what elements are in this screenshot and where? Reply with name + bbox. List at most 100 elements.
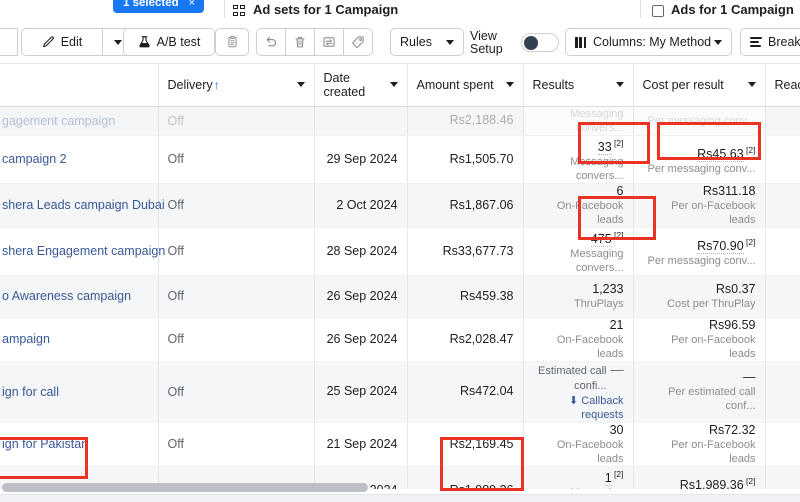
table-row[interactable]: shera Leads campaign Dubai Off 2 Oct 2024 R… [0, 183, 800, 228]
header-label-date-created: Date created [323, 70, 366, 99]
tag-button[interactable] [344, 28, 373, 56]
campaign-manager-screen: 1 selected × Ad sets for 1 Campaign Ads … [0, 0, 800, 502]
cell-campaign-name[interactable]: ampaign [0, 317, 159, 362]
delete-button[interactable] [286, 28, 315, 56]
bottom-strip [0, 494, 800, 502]
cell-cost-per-result: Rs45.63 [2] Per messaging conv... [633, 135, 766, 184]
campaigns-table-container[interactable]: Delivery↑ Date created Amount spent Resu… [0, 64, 800, 489]
cell-campaign-name[interactable]: ign for Pakistan [0, 422, 159, 467]
chevron-down-icon[interactable] [615, 82, 624, 88]
chevron-down-icon[interactable] [505, 82, 514, 88]
header-label-cost-per-result: Cost per result [642, 77, 724, 92]
tab-ads[interactable]: Ads for 1 Campaign [652, 2, 794, 17]
cell-amount-spent: Rs1,867.06 [407, 183, 524, 228]
table-row[interactable]: gagement campaign Off Rs2,188.46 Messaging … [0, 106, 800, 136]
toolbar-overflow-left[interactable] [0, 28, 18, 56]
campaigns-table: Delivery↑ Date created Amount spent Resu… [0, 64, 800, 489]
ab-test-button[interactable]: A/B test [123, 28, 215, 56]
cell-date-created: 25 Sep 2024 [314, 361, 408, 423]
duplicate-icon [227, 35, 237, 48]
table-row[interactable]: o Awareness campaign Off 26 Sep 2024 Rs459.… [0, 275, 800, 318]
header-label-results: Results [532, 77, 575, 92]
tab-divider-1 [224, 0, 225, 18]
tab-ads-label: Ads for 1 Campaign [671, 2, 794, 17]
cell-date-created: 21 Sep 2024 [314, 422, 408, 467]
selected-count-pill[interactable]: 1 selected × [113, 0, 205, 13]
duplicate-button[interactable] [215, 28, 249, 56]
clear-selection-icon[interactable]: × [189, 0, 195, 11]
trash-icon [295, 36, 305, 48]
table-row[interactable]: shera Engagement campaign Off 28 Sep 2024 R… [0, 227, 800, 276]
table-row[interactable]: campaign 2 Off 29 Sep 2024 Rs1,505.70 33 [2]… [0, 135, 800, 184]
cell-campaign-name[interactable]: shera Engagement campaign [0, 227, 165, 276]
cell-campaign-name[interactable]: gagement campaign [0, 106, 159, 136]
cell-results: 1,233 ThruPlays [523, 275, 634, 318]
table-row[interactable]: ign for call Off 25 Sep 2024 Rs472.04 Estima… [0, 361, 800, 423]
tab-ad-sets[interactable]: Ad sets for 1 Campaign [233, 2, 398, 17]
checkbox-icon [652, 5, 664, 17]
cell-campaign-name[interactable]: ign for call [0, 361, 159, 423]
column-header-cost-per-result[interactable]: Cost per result [633, 64, 766, 107]
cell-cost-per-result: Per messaging conv... [633, 106, 766, 136]
chevron-down-icon [714, 39, 722, 45]
breakdown-button[interactable]: Breakdo [740, 28, 800, 56]
cell-results: 30 On-Facebook leads [523, 422, 634, 467]
breakdown-label: Breakdo [768, 35, 800, 49]
horizontal-scrollbar[interactable] [0, 481, 800, 494]
cell-date-created: 26 Sep 2024 [314, 317, 408, 362]
cell-reach [765, 227, 800, 276]
cell-reach [765, 275, 800, 318]
header-label-amount-spent: Amount spent [416, 77, 494, 92]
scrollbar-thumb[interactable] [2, 483, 368, 492]
column-header-amount-spent[interactable]: Amount spent [407, 64, 524, 107]
chevron-down-icon[interactable] [389, 82, 398, 88]
table-header: Delivery↑ Date created Amount spent Resu… [0, 64, 800, 107]
sort-asc-icon: ↑ [213, 77, 220, 92]
cell-date-created: 26 Sep 2024 [314, 275, 408, 318]
cell-cost-per-result: Rs70.90 [2] Per messaging conv... [633, 227, 766, 276]
chevron-down-icon[interactable] [296, 82, 305, 88]
cell-results: 6 On-Facebook leads [523, 183, 634, 228]
cell-reach [765, 317, 800, 362]
column-header-date-created[interactable]: Date created [314, 64, 408, 107]
table-body: gagement campaign Off Rs2,188.46 Messaging … [0, 106, 800, 489]
columns-icon [575, 36, 587, 48]
view-setup-toggle[interactable] [521, 33, 559, 52]
cell-campaign-name[interactable]: o Awareness campaign [0, 275, 159, 318]
cell-cost-per-result: — Per estimated call conf... [633, 361, 766, 423]
column-header-delivery[interactable]: Delivery↑ [158, 64, 315, 107]
columns-label: Columns: My Method [593, 35, 712, 49]
cell-amount-spent: Rs2,188.46 [407, 106, 524, 136]
cell-reach [765, 422, 800, 467]
table-row[interactable]: ign for Pakistan Off 21 Sep 2024 Rs2,169.45… [0, 422, 800, 467]
header-label-delivery: Delivery [167, 77, 213, 92]
cell-date-created: 29 Sep 2024 [314, 135, 408, 184]
column-header-results[interactable]: Results [523, 64, 634, 107]
cell-date-created: 2 Oct 2024 [314, 183, 408, 228]
edit-button[interactable]: Edit [21, 28, 103, 56]
selected-count-label: 1 selected [123, 0, 179, 9]
breakdown-icon [750, 36, 762, 48]
ab-test-label: A/B test [156, 35, 201, 49]
transfer-button[interactable] [315, 28, 344, 56]
columns-button[interactable]: Columns: My Method [565, 28, 732, 56]
cell-cost-per-result: Rs0.37 Cost per ThruPlay [633, 275, 766, 318]
column-header-name[interactable] [0, 64, 159, 107]
cell-results: Messaging convers... [523, 106, 634, 136]
undo-button[interactable] [256, 28, 286, 56]
chevron-down-icon[interactable] [747, 82, 756, 88]
table-row[interactable]: ampaign Off 26 Sep 2024 Rs2,028.47 21 On-Face… [0, 317, 800, 362]
cell-delivery: Off [158, 106, 315, 136]
rules-button[interactable]: Rules [390, 28, 464, 56]
cell-cost-per-result: Rs311.18 Per on-Facebook leads [633, 183, 766, 228]
undo-icon [266, 36, 277, 47]
edit-label: Edit [60, 35, 83, 49]
cell-campaign-name[interactable]: campaign 2 [0, 135, 159, 184]
cell-results: 21 On-Facebook leads [523, 317, 634, 362]
column-header-reach[interactable]: Reach [765, 64, 800, 107]
cell-campaign-name[interactable]: shera Leads campaign Dubai [0, 183, 165, 228]
action-icon-group [256, 28, 373, 56]
cell-delivery: Off [158, 135, 315, 184]
view-setup-label[interactable]: View Setup [470, 30, 506, 56]
cell-reach [765, 361, 800, 423]
